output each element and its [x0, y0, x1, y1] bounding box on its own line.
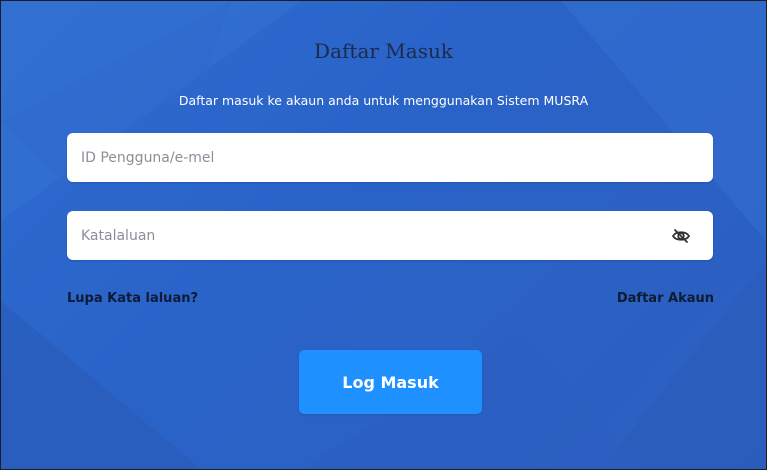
register-account-link[interactable]: Daftar Akaun [617, 291, 714, 306]
login-panel: Daftar Masuk Daftar masuk ke akaun anda … [0, 0, 767, 470]
login-button[interactable]: Log Masuk [299, 350, 482, 414]
forgot-password-link[interactable]: Lupa Kata laluan? [67, 291, 198, 306]
username-input[interactable] [67, 133, 713, 182]
eye-slash-icon[interactable] [671, 226, 691, 246]
password-field-container [67, 211, 713, 260]
page-title: Daftar Masuk [314, 39, 453, 63]
password-input[interactable] [67, 211, 713, 260]
username-field-container [67, 133, 713, 182]
page-subtitle: Daftar masuk ke akaun anda untuk menggun… [178, 93, 589, 108]
